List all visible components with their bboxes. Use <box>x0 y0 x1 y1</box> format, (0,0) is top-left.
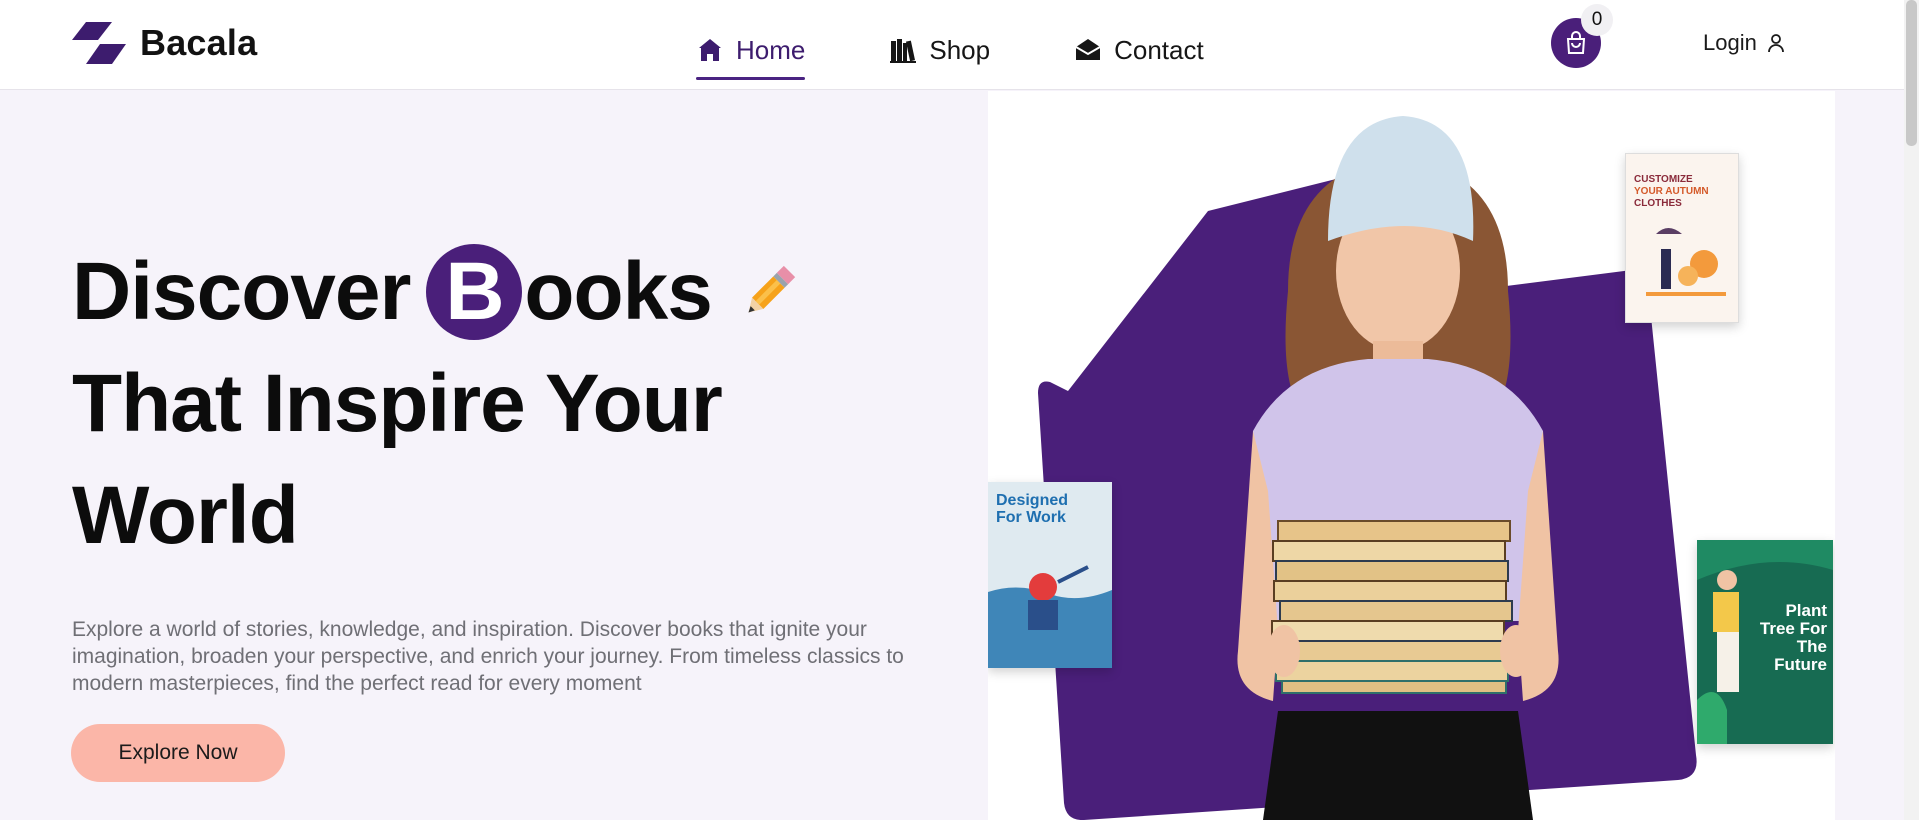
hero-title-word-ooks: ooks <box>524 246 712 337</box>
main-nav: Home Shop Contact <box>696 30 1204 80</box>
book-cover-designed-for-work[interactable]: Designed For Work <box>988 482 1112 668</box>
book-work-art <box>988 565 1112 668</box>
hero-title-line-1: Discover B ooks <box>72 236 972 348</box>
nav-home-label: Home <box>736 34 806 65</box>
book-cover-autumn[interactable]: CUSTOMIZE YOUR AUTUMN CLOTHES <box>1625 153 1739 323</box>
book-cover-plant-tree[interactable]: Plant Tree For The Future <box>1697 540 1833 744</box>
logo-link[interactable]: Bacala <box>72 22 257 64</box>
scrollbar-thumb[interactable] <box>1906 0 1917 146</box>
home-icon <box>699 39 721 61</box>
brand-name: Bacala <box>140 22 258 63</box>
nav-home[interactable]: Home <box>696 30 806 80</box>
hero-description: Explore a world of stories, knowledge, a… <box>72 618 904 695</box>
nav-shop[interactable]: Shop <box>889 30 990 70</box>
hero-title-word-discover: Discover <box>72 246 411 337</box>
book-tree-art <box>1697 540 1833 744</box>
hero-title-line-3: World <box>72 470 299 561</box>
site-header: Bacala Home Shop Contact 0 Login <box>0 0 1904 90</box>
shopping-bag-icon <box>1566 31 1586 54</box>
login-label: Login <box>1703 30 1757 55</box>
hero-image: CUSTOMIZE YOUR AUTUMN CLOTHES Designed F… <box>988 91 1835 820</box>
hero-title-b-badge: B <box>426 244 523 340</box>
books-icon <box>890 39 917 63</box>
pencil-icon <box>748 265 795 313</box>
nav-contact[interactable]: Contact <box>1074 30 1204 70</box>
user-icon <box>1767 34 1784 53</box>
hero-title-line-2: That Inspire Your <box>72 358 723 449</box>
nav-contact-label: Contact <box>1114 34 1204 65</box>
book-autumn-art <box>1646 228 1726 296</box>
envelope-icon <box>1075 39 1101 60</box>
login-link[interactable]: Login <box>1703 30 1785 56</box>
nav-shop-label: Shop <box>929 34 991 65</box>
logo-icon <box>72 22 126 64</box>
explore-now-button[interactable]: Explore Now <box>71 724 285 782</box>
hero-title: Discover B ooks That Inspire Your World <box>72 236 972 572</box>
cart-count-badge: 0 <box>1581 4 1613 36</box>
